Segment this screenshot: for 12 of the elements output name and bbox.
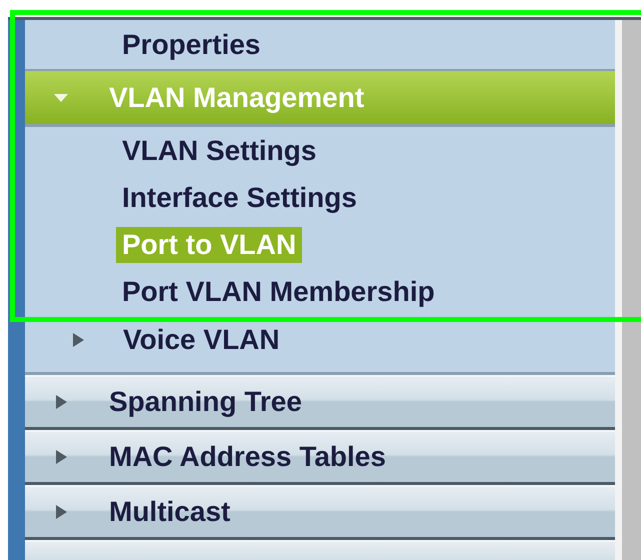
menu-item[interactable]: Voice VLAN	[117, 322, 286, 358]
menu-item[interactable]: Port VLAN Membership	[116, 274, 441, 310]
menu-item[interactable]: Properties	[116, 26, 266, 63]
section-header[interactable]: Multicast	[25, 485, 615, 540]
caret-right-icon	[53, 504, 69, 520]
section-header[interactable]: Spanning Tree	[25, 375, 615, 430]
caret-right-icon	[53, 394, 69, 410]
scrollbar[interactable]	[615, 20, 641, 560]
section-header[interactable]: MAC Address Tables	[25, 430, 615, 486]
menu-item[interactable]: VLAN Settings	[116, 132, 322, 169]
menu-item[interactable]: Interface Settings	[116, 180, 363, 216]
caret-right-icon	[53, 449, 69, 466]
